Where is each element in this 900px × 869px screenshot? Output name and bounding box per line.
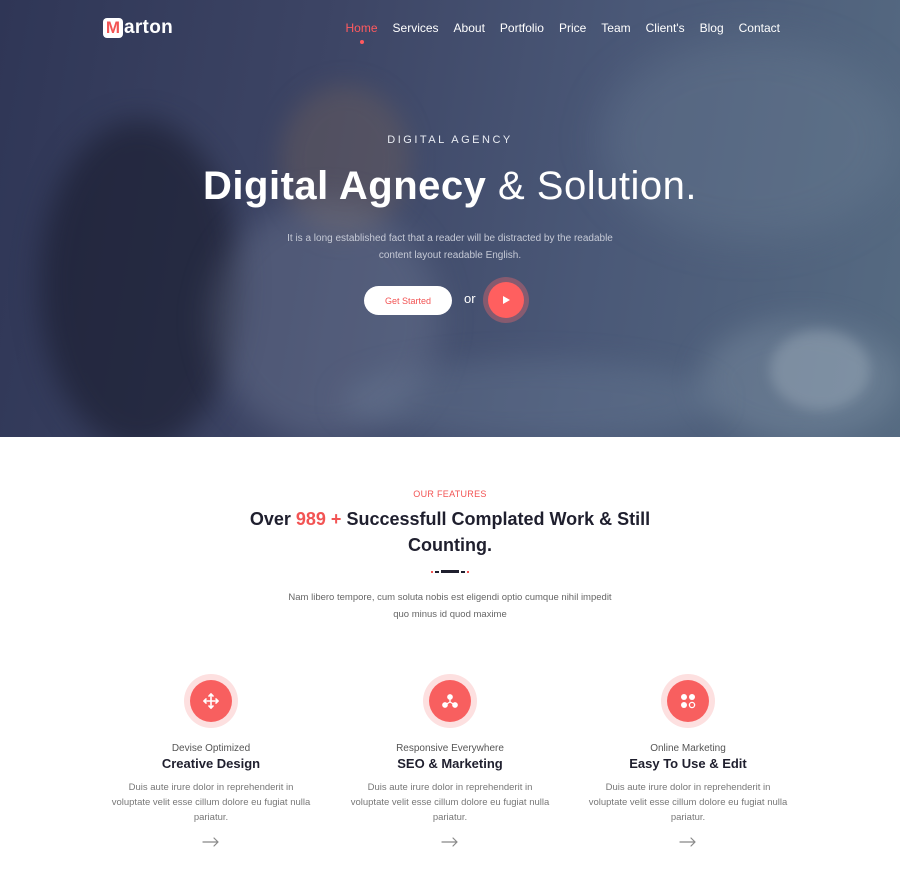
top-navbar: M arton Home Services About Portfolio Pr… <box>0 0 900 60</box>
feature-icon-ring <box>423 674 477 728</box>
nav-item-home[interactable]: Home <box>346 21 378 44</box>
nav-item-about[interactable]: About <box>454 21 485 35</box>
hero-title: Digital Agnecy & Solution. <box>0 164 900 209</box>
nav-item-services[interactable]: Services <box>393 21 439 35</box>
hero-description: It is a long established fact that a rea… <box>287 233 613 261</box>
arrow-right-icon <box>441 837 458 847</box>
feature-icon-ring <box>184 674 238 728</box>
get-started-button[interactable]: Get Started <box>364 286 452 315</box>
play-video-button[interactable] <box>483 277 529 323</box>
feature-card: Responsive Everywhere SEO & Marketing Du… <box>340 674 560 847</box>
hero-or-text: or <box>464 291 476 306</box>
feature-title: SEO & Marketing <box>397 756 503 771</box>
nav-item-contact[interactable]: Contact <box>739 21 780 35</box>
hero-kicker: DIGITAL AGENCY <box>387 134 513 146</box>
hero-bg-shape <box>770 330 870 410</box>
feature-more-link[interactable] <box>340 837 560 847</box>
move-arrows-icon <box>203 693 219 709</box>
feature-text: Duis aute irure dolor in reprehenderit i… <box>111 782 311 823</box>
feature-title: Creative Design <box>161 756 261 771</box>
nav-item-price[interactable]: Price <box>559 21 586 35</box>
hero-bg-shape <box>340 360 720 437</box>
logo-letter: M <box>103 18 123 38</box>
feature-subtitle: Devise Optimized <box>171 743 251 754</box>
feature-icon-core <box>190 680 232 722</box>
apps-grid-icon <box>681 694 696 709</box>
arrow-right-icon <box>202 837 219 847</box>
play-icon <box>503 296 510 304</box>
nav-item-team[interactable]: Team <box>601 21 630 35</box>
feature-text: Duis aute irure dolor in reprehenderit i… <box>588 782 788 823</box>
feature-icon-ring <box>661 674 715 728</box>
features-title-accent: 989 + <box>295 509 342 529</box>
hero-title-light: & Solution. <box>498 164 697 208</box>
nav-item-clients[interactable]: Client's <box>646 21 685 35</box>
network-nodes-icon <box>442 694 458 708</box>
title-divider <box>431 570 469 573</box>
nav-item-portfolio[interactable]: Portfolio <box>500 21 544 35</box>
feature-more-link[interactable] <box>578 837 798 847</box>
hero-section: M arton Home Services About Portfolio Pr… <box>0 0 900 437</box>
logo-text: arton <box>124 17 173 38</box>
feature-card: Online Marketing Easy To Use & Edit Duis… <box>578 674 798 847</box>
brand-logo[interactable]: M arton <box>103 17 173 39</box>
feature-text: Duis aute irure dolor in reprehenderit i… <box>350 782 550 823</box>
features-description: Nam libero tempore, cum soluta nobis est… <box>288 592 612 620</box>
arrow-right-icon <box>679 837 696 847</box>
feature-subtitle: Responsive Everywhere <box>396 743 504 754</box>
features-title-before: Over <box>249 509 291 529</box>
feature-card: Devise Optimized Creative Design Duis au… <box>101 674 321 847</box>
feature-title: Easy To Use & Edit <box>629 756 747 771</box>
features-title: Over 989 + Successfull Complated Work & … <box>230 506 670 558</box>
hero-title-strong: Digital Agnecy <box>203 164 487 208</box>
features-title-after: Successfull Complated Work & Still Count… <box>346 509 651 555</box>
nav-item-blog[interactable]: Blog <box>700 21 724 35</box>
main-menu: Home Services About Portfolio Price Team… <box>346 21 780 44</box>
feature-icon-core <box>667 680 709 722</box>
features-kicker: OUR FEATURES <box>413 489 487 499</box>
play-button-core <box>488 282 524 318</box>
feature-icon-core <box>429 680 471 722</box>
feature-subtitle: Online Marketing <box>650 743 726 754</box>
feature-more-link[interactable] <box>101 837 321 847</box>
